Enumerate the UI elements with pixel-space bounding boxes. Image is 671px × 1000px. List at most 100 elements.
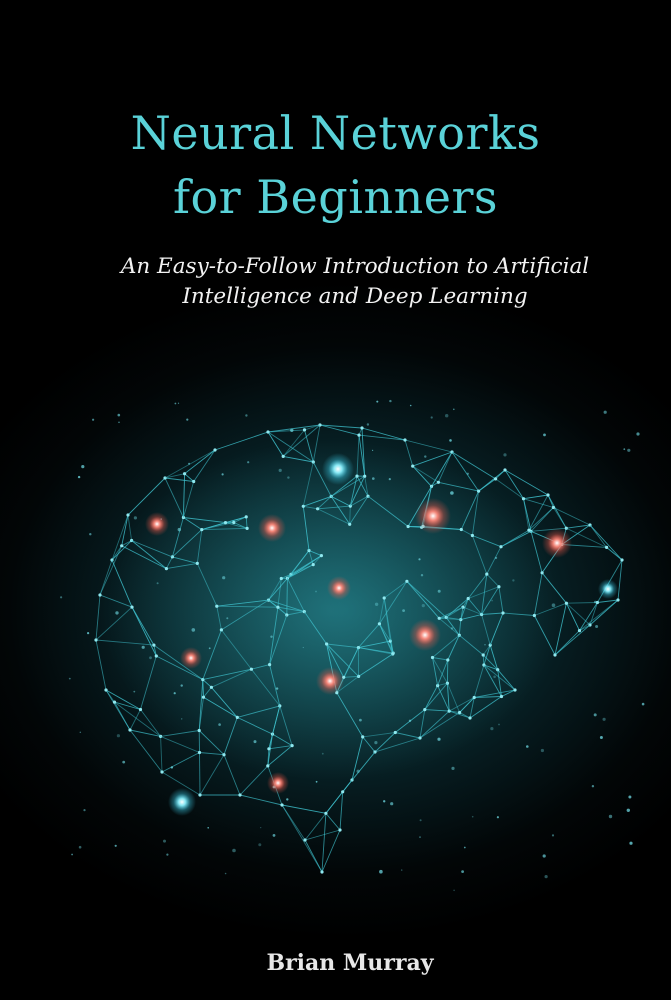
dust-particle	[272, 834, 276, 837]
dust-particle	[490, 727, 494, 731]
network-vertex	[319, 554, 323, 558]
network-edge	[504, 469, 524, 499]
network-vertex	[503, 468, 507, 472]
dust-particle	[83, 809, 86, 812]
network-vertex	[235, 715, 239, 720]
dust-particle	[141, 645, 145, 649]
network-vertex	[411, 464, 415, 468]
network-vertex	[266, 430, 270, 434]
dust-particle	[302, 646, 304, 649]
dust-particle	[376, 400, 379, 403]
network-edge	[325, 813, 341, 831]
dust-particle	[177, 402, 180, 404]
dust-particle	[122, 760, 126, 764]
dust-particle	[359, 718, 362, 722]
dust-particle	[599, 736, 603, 739]
network-edge	[579, 599, 619, 631]
dust-particle	[503, 453, 507, 457]
dust-particle	[177, 527, 181, 532]
dust-particle	[315, 590, 317, 593]
dust-particle	[181, 718, 183, 720]
network-edge	[339, 791, 344, 831]
network-vertex	[245, 526, 249, 531]
network-vertex	[126, 513, 130, 517]
cyan-glow-node	[598, 579, 618, 599]
network-edge	[199, 754, 225, 796]
dust-particle	[461, 870, 464, 873]
dust-particle	[408, 719, 412, 722]
dust-particle	[463, 846, 466, 849]
red-glow-node	[415, 498, 451, 534]
dust-particle	[287, 476, 290, 479]
network-vertex	[244, 515, 248, 519]
dust-particle	[173, 692, 176, 695]
network-edge	[304, 813, 327, 841]
network-vertex	[485, 572, 489, 576]
network-vertex	[466, 596, 470, 601]
network-vertex	[499, 545, 503, 549]
network-vertex	[546, 493, 550, 497]
dust-particle	[186, 418, 189, 421]
network-edge	[589, 524, 623, 561]
dust-particle	[445, 414, 449, 418]
dust-particle	[591, 785, 595, 788]
dust-particle	[419, 836, 421, 838]
dust-particle	[401, 869, 403, 871]
network-vertex	[325, 642, 329, 646]
dust-particle	[526, 745, 529, 748]
network-edge	[105, 689, 131, 731]
dust-particle	[491, 599, 493, 602]
network-vertex	[620, 558, 624, 562]
network-vertex	[553, 653, 557, 657]
dust-particle	[180, 684, 183, 687]
dust-particle	[389, 399, 392, 403]
dust-particle	[496, 816, 499, 819]
dust-particle	[290, 428, 294, 432]
dust-particle	[170, 766, 174, 769]
dust-particle	[424, 455, 427, 458]
dust-particle	[623, 448, 626, 451]
network-vertex	[280, 803, 284, 807]
brain-network-icon	[60, 399, 645, 892]
network-edge	[325, 791, 344, 814]
dust-particle	[226, 617, 229, 620]
network-vertex	[160, 770, 164, 774]
dust-particle	[174, 402, 177, 405]
dust-particle	[420, 574, 424, 577]
network-edge	[160, 736, 163, 773]
dust-particle	[466, 472, 469, 475]
book-cover: Neural Networks for Beginners An Easy-to…	[0, 0, 671, 1000]
dust-particle	[449, 439, 452, 442]
network-vertex	[128, 728, 132, 732]
dust-particle	[188, 462, 191, 465]
network-edge	[286, 578, 288, 616]
network-vertex	[94, 638, 98, 642]
dust-particle	[430, 416, 433, 419]
network-vertex	[192, 479, 196, 484]
dust-particle	[450, 491, 454, 495]
network-vertex	[494, 477, 498, 481]
red-glow-node	[145, 512, 169, 536]
network-vertex	[200, 528, 204, 532]
network-vertex	[316, 507, 320, 511]
network-vertex	[338, 828, 342, 832]
network-edge	[566, 602, 598, 604]
dust-particle	[280, 586, 282, 588]
cyan-glow-node	[322, 453, 354, 485]
red-glow-node	[258, 514, 286, 542]
dust-particle	[437, 589, 441, 593]
dust-particle	[498, 723, 500, 726]
dust-particle	[542, 854, 546, 858]
network-vertex	[279, 576, 283, 581]
dust-particle	[636, 432, 640, 436]
network-vertex	[360, 426, 364, 430]
dust-particle	[117, 413, 121, 417]
dust-particle	[278, 468, 282, 472]
dust-particle	[163, 839, 166, 843]
dust-particle	[207, 827, 209, 829]
network-vertex	[267, 747, 271, 751]
network-vertex	[195, 561, 199, 566]
network-edge	[95, 639, 107, 691]
network-edge	[281, 804, 326, 814]
network-vertex	[468, 716, 472, 720]
